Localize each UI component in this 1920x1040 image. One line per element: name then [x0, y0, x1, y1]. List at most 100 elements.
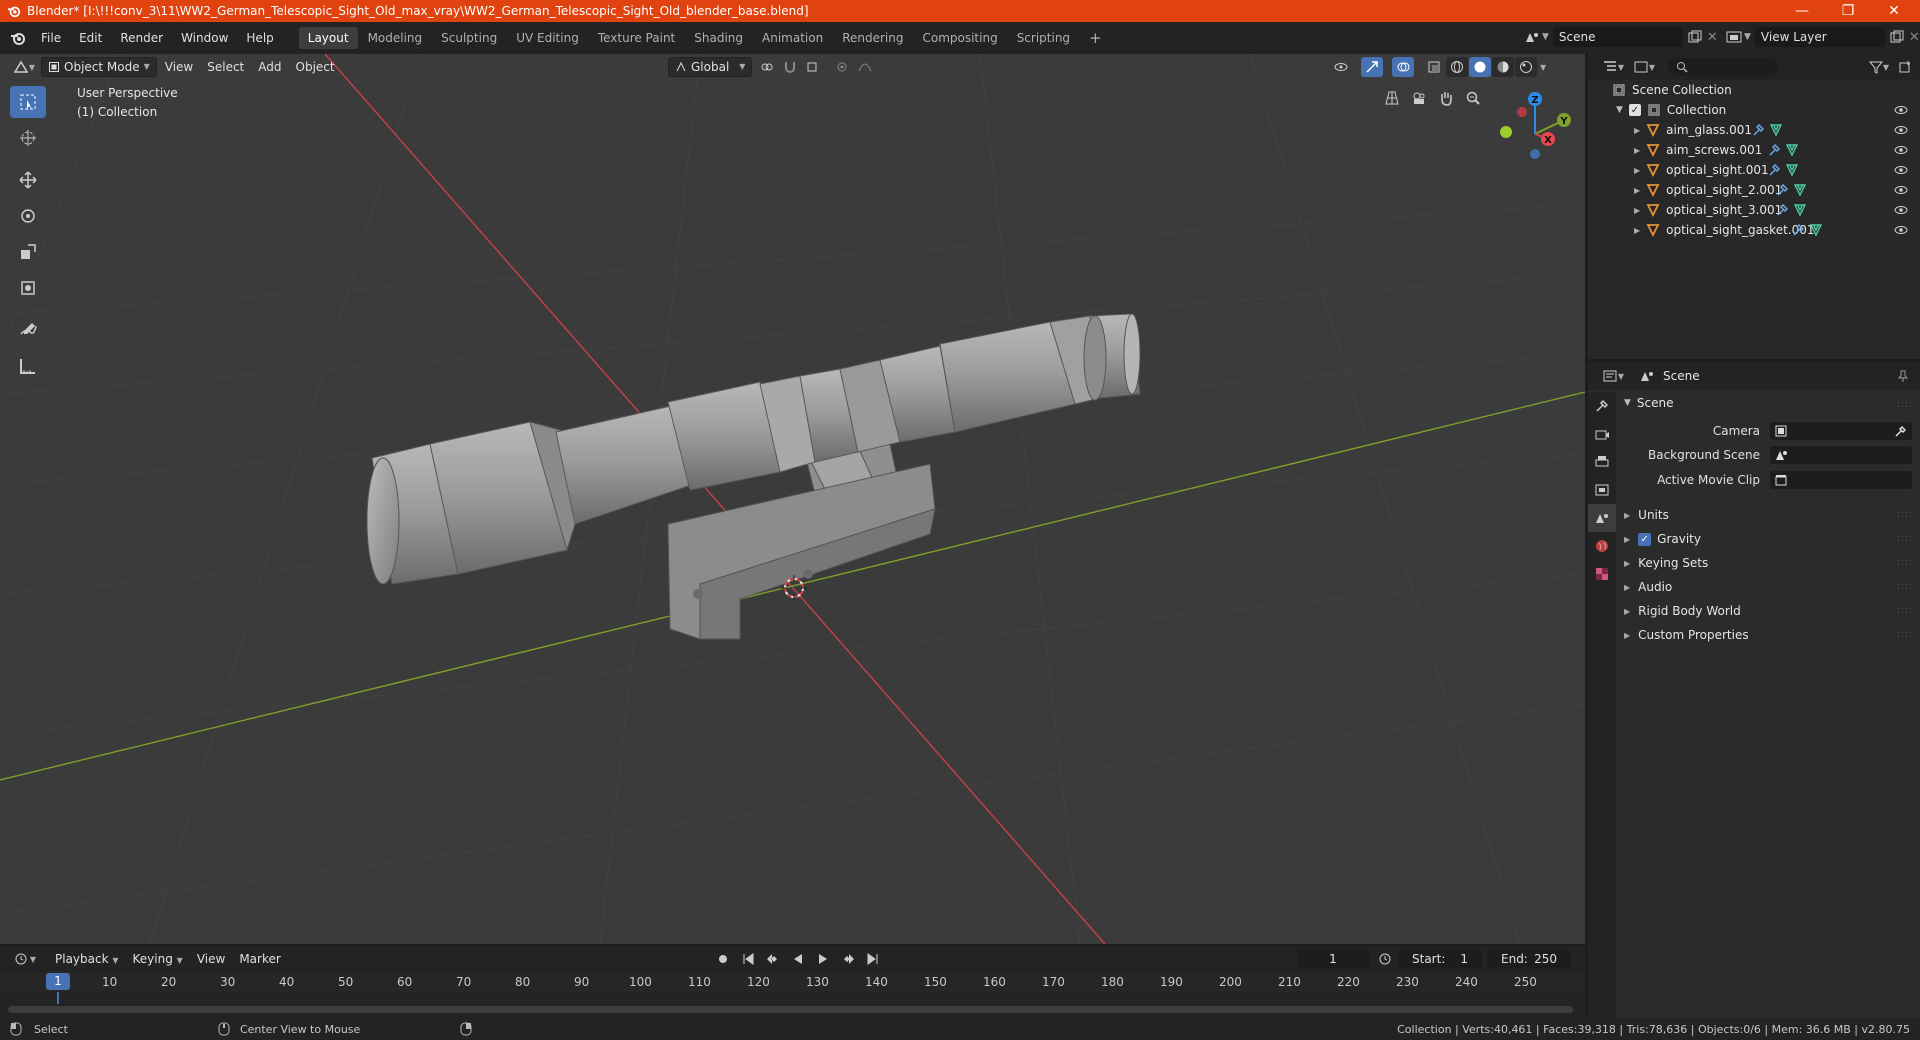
gravity-checkbox[interactable]: ✓ — [1638, 532, 1652, 546]
panel-units[interactable]: ▶ Units:::: — [1624, 508, 1914, 522]
properties-editor-type-button[interactable]: ▼ — [1598, 366, 1628, 386]
drag-handle-icon[interactable]: :::: — [1897, 606, 1913, 616]
eye-icon[interactable] — [1894, 124, 1908, 136]
expand-arrow-icon[interactable]: ▶ — [1634, 166, 1640, 175]
modifier-wrench-icon[interactable] — [1751, 123, 1765, 137]
mesh-data-icon[interactable] — [1809, 223, 1823, 237]
record-button[interactable] — [712, 949, 734, 969]
mesh-data-icon[interactable] — [1793, 183, 1807, 197]
tab-output[interactable] — [1588, 448, 1616, 476]
menu-file[interactable]: File — [32, 27, 70, 49]
scene-section-header[interactable]: ▼ Scene — [1624, 396, 1674, 410]
tool-select-box[interactable] — [10, 86, 46, 118]
menu-render[interactable]: Render — [111, 27, 172, 49]
modifier-wrench-icon[interactable] — [1767, 163, 1781, 177]
eye-icon[interactable] — [1894, 204, 1908, 216]
menu-select[interactable]: Select — [201, 57, 250, 77]
modifier-wrench-icon[interactable] — [1775, 203, 1789, 217]
tool-rotate[interactable] — [10, 200, 46, 232]
property-field[interactable] — [1770, 422, 1912, 440]
tab-animation[interactable]: Animation — [753, 27, 832, 49]
menu-add[interactable]: Add — [252, 57, 287, 77]
eye-icon[interactable] — [1894, 164, 1908, 176]
start-frame-field[interactable]: Start: 1 — [1398, 949, 1482, 969]
play-reverse-button[interactable] — [787, 949, 809, 969]
tool-move[interactable] — [10, 164, 46, 196]
tab-compositing[interactable]: Compositing — [913, 27, 1006, 49]
expand-arrow-icon[interactable]: ▼ — [1616, 105, 1623, 115]
menu-window[interactable]: Window — [172, 27, 237, 49]
modifier-wrench-icon[interactable] — [1775, 183, 1789, 197]
camera-view-button[interactable] — [1408, 88, 1430, 108]
blender-menu-icon[interactable] — [10, 30, 26, 46]
tab-sculpting[interactable]: Sculpting — [432, 27, 506, 49]
transform-orientation-dropdown[interactable]: Global ▼ — [668, 57, 753, 77]
overlay-toggle[interactable] — [1392, 57, 1414, 77]
menu-keying[interactable]: Keying ▼ — [127, 949, 189, 969]
tab-render[interactable] — [1588, 420, 1616, 448]
tab-tool[interactable] — [1588, 392, 1616, 420]
toggle-camera-view-button[interactable] — [1381, 88, 1403, 108]
view-layer-icon[interactable] — [1726, 30, 1742, 44]
drag-handle-icon[interactable]: :::: — [1897, 630, 1913, 640]
snap-toggle[interactable] — [779, 57, 801, 77]
display-mode-button[interactable]: ▼ — [1629, 57, 1659, 77]
next-keyframe-button[interactable] — [837, 949, 859, 969]
pivot-point-button[interactable] — [756, 57, 778, 77]
playhead-line[interactable] — [57, 992, 59, 1004]
outliner-object-row[interactable]: ▶ aim_glass.001 — [1588, 120, 1920, 140]
scene-field[interactable]: Scene — [1552, 27, 1683, 47]
modifier-wrench-icon[interactable] — [1767, 143, 1781, 157]
xray-toggle[interactable] — [1423, 57, 1445, 77]
restore-button[interactable]: ❐ — [1825, 0, 1871, 22]
mesh-data-icon[interactable] — [1769, 123, 1783, 137]
outliner-object-row[interactable]: ▶ optical_sight_gasket.001 — [1588, 220, 1920, 240]
playhead-frame-badge[interactable]: 1 — [46, 973, 70, 990]
drag-handle-icon[interactable]: :::: — [1897, 558, 1913, 568]
editor-type-button[interactable]: ▼ — [8, 57, 40, 77]
tab-layout[interactable]: Layout — [298, 27, 358, 49]
timeline-editor-type-button[interactable]: ▼ — [10, 949, 40, 969]
shading-rendered[interactable] — [1515, 57, 1537, 77]
eyedropper-icon[interactable] — [1894, 424, 1908, 438]
tab-shading[interactable]: Shading — [685, 27, 752, 49]
end-frame-field[interactable]: End: 250 — [1487, 949, 1571, 969]
tab-texture-paint[interactable]: Texture Paint — [589, 27, 684, 49]
close-icon[interactable]: ✕ — [1909, 30, 1920, 45]
expand-arrow-icon[interactable]: ▶ — [1634, 186, 1640, 195]
drag-handle-icon[interactable]: :::: — [1897, 582, 1913, 592]
new-collection-button[interactable] — [1894, 57, 1916, 77]
tool-scale[interactable] — [10, 236, 46, 268]
panel-audio[interactable]: ▶ Audio:::: — [1624, 580, 1914, 594]
tool-transform[interactable] — [10, 272, 46, 304]
tab-modeling[interactable]: Modeling — [359, 27, 432, 49]
eye-icon[interactable] — [1894, 104, 1908, 116]
jump-end-button[interactable] — [862, 949, 884, 969]
outliner-object-row[interactable]: ▶ optical_sight.001 — [1588, 160, 1920, 180]
outliner-search-input[interactable] — [1668, 58, 1778, 76]
tab-texture[interactable] — [1588, 560, 1616, 588]
shading-wireframe[interactable] — [1446, 57, 1468, 77]
visibility-filter-button[interactable] — [1330, 57, 1352, 77]
jump-start-button[interactable] — [737, 949, 759, 969]
prev-keyframe-button[interactable] — [762, 949, 784, 969]
property-field[interactable] — [1770, 446, 1912, 464]
tab-scene[interactable] — [1588, 504, 1616, 532]
menu-object[interactable]: Object — [290, 57, 341, 77]
panel-custom-properties[interactable]: ▶ Custom Properties:::: — [1624, 628, 1914, 642]
outliner-collection-row[interactable]: ▼ ✓ Collection — [1588, 100, 1920, 120]
mesh-data-icon[interactable] — [1793, 203, 1807, 217]
pan-view-button[interactable] — [1435, 88, 1457, 108]
navigation-gizmo[interactable]: Z Y X — [1500, 92, 1571, 159]
tab-rendering[interactable]: Rendering — [833, 27, 912, 49]
tab-scripting[interactable]: Scripting — [1008, 27, 1079, 49]
tool-cursor[interactable] — [10, 122, 46, 154]
panel-gravity[interactable]: ▶ ✓ Gravity:::: — [1624, 532, 1914, 546]
tab-view-layer[interactable] — [1588, 476, 1616, 504]
panel-rigid-body-world[interactable]: ▶ Rigid Body World:::: — [1624, 604, 1914, 618]
expand-arrow-icon[interactable]: ▶ — [1634, 146, 1640, 155]
panel-keying-sets[interactable]: ▶ Keying Sets:::: — [1624, 556, 1914, 570]
timeline-scrollbar[interactable] — [8, 1006, 1573, 1013]
timeline-ruler[interactable]: 1 10 20 30 40 50 60 70 80 90 100 110 120 130 140 150 16… — [0, 972, 1585, 992]
outliner-object-row[interactable]: ▶ optical_sight_2.001 — [1588, 180, 1920, 200]
